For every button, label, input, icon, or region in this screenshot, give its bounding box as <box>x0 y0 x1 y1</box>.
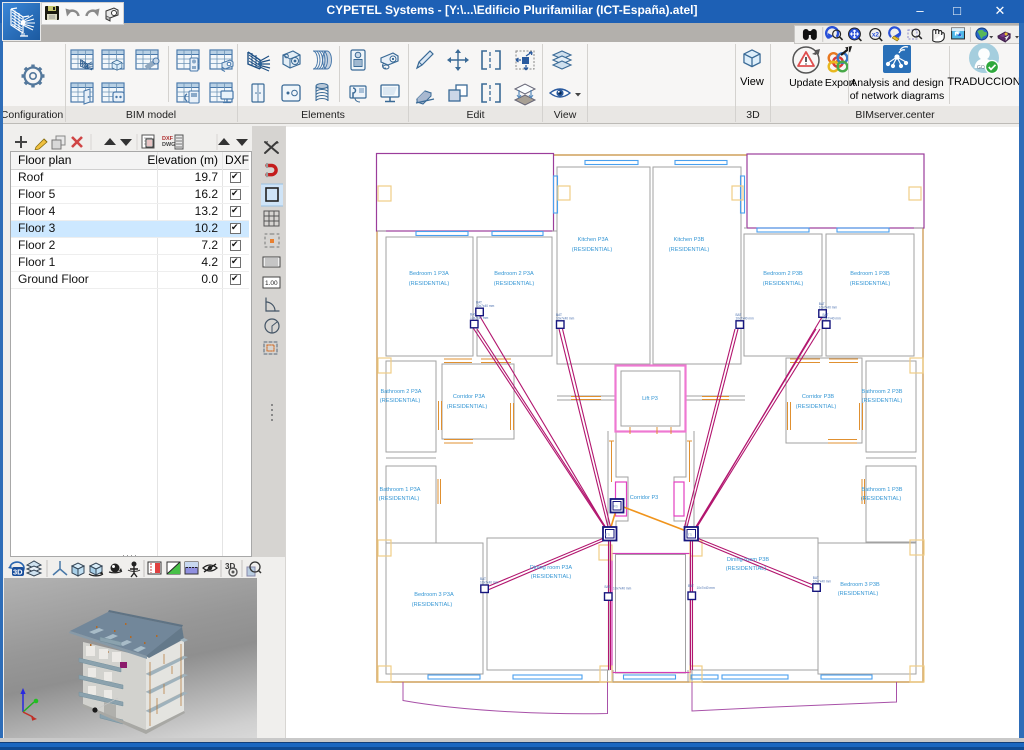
svg-text:Bedroom 3 P3A: Bedroom 3 P3A <box>414 592 454 598</box>
svg-text:10x7x40 mm: 10x7x40 mm <box>736 317 755 321</box>
svg-text:Bathroom 1 P3B: Bathroom 1 P3B <box>861 487 902 493</box>
svg-text:Bedroom 2 P3A: Bedroom 2 P3A <box>494 271 534 277</box>
svg-text:Bathroom 1 P3A: Bathroom 1 P3A <box>379 487 420 493</box>
svg-text:Kitchen P3B: Kitchen P3B <box>674 237 705 243</box>
svg-text:(RESIDENTIAL): (RESIDENTIAL) <box>447 404 488 410</box>
svg-text:(RESIDENTIAL): (RESIDENTIAL) <box>796 404 837 410</box>
svg-text:(RESIDENTIAL): (RESIDENTIAL) <box>861 496 902 502</box>
svg-text:10x7x40 mm: 10x7x40 mm <box>556 317 575 321</box>
svg-text:(RESIDENTIAL): (RESIDENTIAL) <box>412 602 453 608</box>
svg-text:(RESIDENTIAL): (RESIDENTIAL) <box>850 281 891 287</box>
svg-text:Corridor P3: Corridor P3 <box>630 495 659 501</box>
svg-text:BAT: BAT <box>688 584 694 588</box>
svg-text:DWG: DWG <box>162 142 175 148</box>
svg-text:(RESIDENTIAL): (RESIDENTIAL) <box>669 247 710 253</box>
svg-text:Bathroom 2 P3A: Bathroom 2 P3A <box>380 389 421 395</box>
svg-text:Corridor P3B: Corridor P3B <box>802 394 835 400</box>
svg-text:GO: GO <box>977 65 985 71</box>
svg-text:Lift P3: Lift P3 <box>642 396 658 402</box>
svg-text:(RESIDENTIAL): (RESIDENTIAL) <box>409 281 450 287</box>
svg-text:10x7x40 mm: 10x7x40 mm <box>613 587 632 591</box>
svg-text:10x7x40 mm: 10x7x40 mm <box>476 304 495 308</box>
svg-text:RTI: RTI <box>687 533 692 537</box>
svg-text:Dining room P3A: Dining room P3A <box>530 565 573 571</box>
svg-text:(RESIDENTIAL): (RESIDENTIAL) <box>838 591 879 597</box>
svg-text:Bedroom 3 P3B: Bedroom 3 P3B <box>840 582 880 588</box>
svg-text:(RESIDENTIAL): (RESIDENTIAL) <box>726 566 767 572</box>
svg-text:Kitchen P3A: Kitchen P3A <box>578 237 609 243</box>
svg-text:1.00: 1.00 <box>265 280 278 287</box>
svg-text:(RESIDENTIAL): (RESIDENTIAL) <box>862 398 903 404</box>
svg-text:10x7x40 mm: 10x7x40 mm <box>480 581 499 585</box>
svg-text:10x7x40 mm: 10x7x40 mm <box>697 586 716 590</box>
svg-text:Dining room P3B: Dining room P3B <box>727 557 770 563</box>
svg-text:(RESIDENTIAL): (RESIDENTIAL) <box>763 281 804 287</box>
svg-text:RTI: RTI <box>605 533 610 537</box>
svg-text:10x7x40 mm: 10x7x40 mm <box>470 316 489 320</box>
svg-text:(RESIDENTIAL): (RESIDENTIAL) <box>380 398 421 404</box>
svg-text:Corridor P3A: Corridor P3A <box>453 394 486 400</box>
svg-text:Bathroom 2 P3B: Bathroom 2 P3B <box>861 389 902 395</box>
svg-text:BAT: BAT <box>605 585 611 589</box>
svg-text:Bedroom 1 P3A: Bedroom 1 P3A <box>409 271 449 277</box>
svg-text:(RESIDENTIAL): (RESIDENTIAL) <box>572 247 613 253</box>
svg-text:(RESIDENTIAL): (RESIDENTIAL) <box>494 281 535 287</box>
svg-text:10x7x40 mm: 10x7x40 mm <box>819 306 838 310</box>
svg-text:Bedroom 2 P3B: Bedroom 2 P3B <box>763 271 803 277</box>
svg-text:3D: 3D <box>13 568 23 577</box>
svg-text:Bedroom 1 P3B: Bedroom 1 P3B <box>850 271 890 277</box>
svg-text:(RESIDENTIAL): (RESIDENTIAL) <box>531 574 572 580</box>
svg-text:(RESIDENTIAL): (RESIDENTIAL) <box>379 496 420 502</box>
svg-text:10x7x40 mm: 10x7x40 mm <box>823 317 842 321</box>
svg-text:RS: RS <box>614 505 618 509</box>
svg-text:x2: x2 <box>872 31 880 38</box>
svg-text:10x7x40 mm: 10x7x40 mm <box>813 580 832 584</box>
